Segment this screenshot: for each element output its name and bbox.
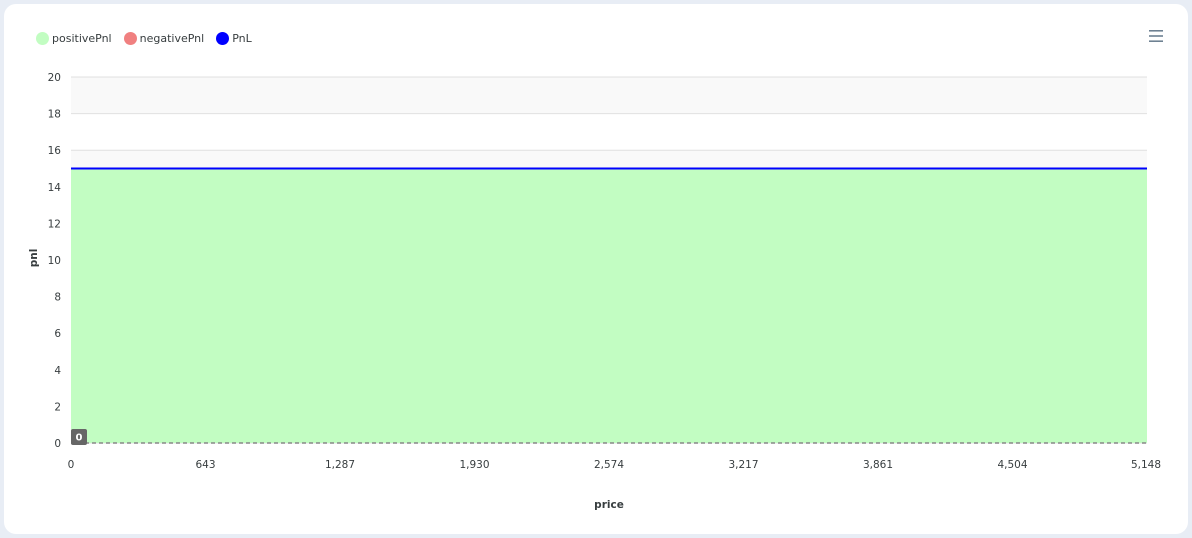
y-tick-label: 8 [54,292,61,304]
y-tick-label: 4 [54,365,61,377]
x-axis-title: price [594,499,624,511]
x-tick-label: 0 [68,459,75,471]
x-tick-label: 1,930 [459,459,489,471]
x-tick-label: 4,504 [997,459,1027,471]
x-tick-label: 2,574 [594,459,624,471]
chart-plot: 0024681012141618200 643 1,287 1,930 2,574 3,2… [28,72,1161,511]
y-axis-title: pnl [28,249,40,268]
y-tick-label: 10 [48,255,61,267]
x-tick-label: 3,217 [728,459,758,471]
y-tick-label: 16 [48,145,62,157]
y-tick-label: 14 [48,182,62,194]
zero-annotation-label: 0 [76,433,83,444]
y-tick-label: 6 [54,328,61,340]
y-tick-label: 0 [54,438,61,450]
x-tick-label: 643 [195,459,215,471]
series-area-positivepnl [71,168,1147,443]
grid-band [71,77,1147,114]
y-tick-label: 12 [48,218,61,230]
y-tick-label: 18 [48,109,61,121]
y-tick-label: 20 [48,72,61,84]
x-tick-label: 5,148 [1131,459,1161,471]
x-tick-label: 3,861 [863,459,893,471]
y-tick-label: 2 [54,401,61,413]
x-tick-label: 1,287 [325,459,355,471]
